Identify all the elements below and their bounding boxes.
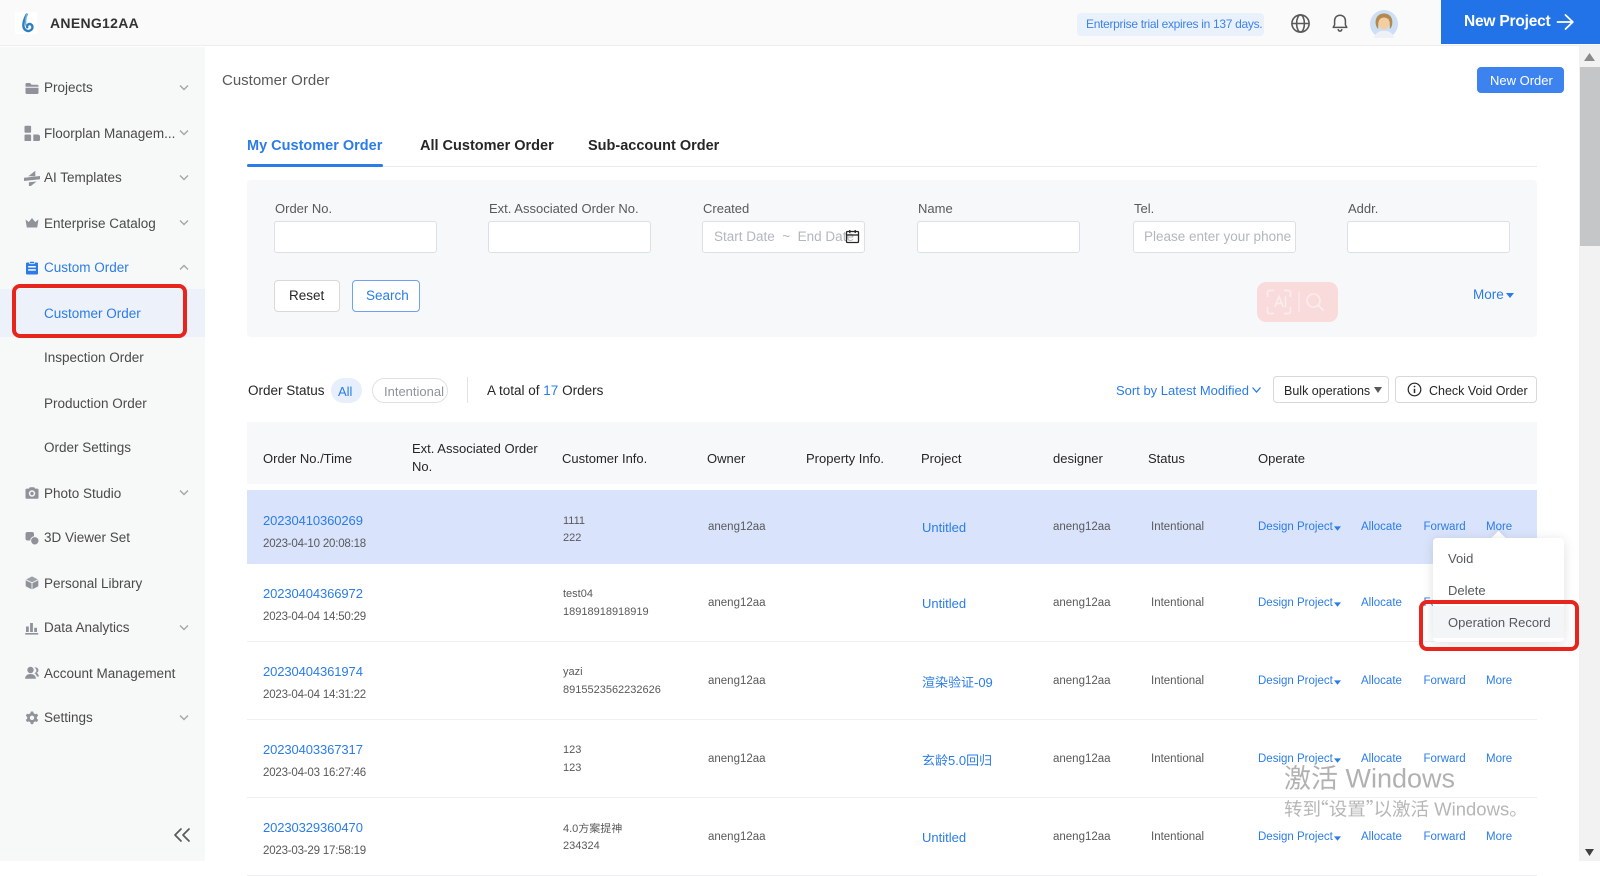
svg-text:Windows: Windows [1429, 799, 1509, 820]
svg-text:Windows: Windows [1338, 764, 1455, 794]
svg-text:4.0: 4.0 [563, 823, 578, 835]
svg-text:5.0: 5.0 [948, 753, 966, 768]
svg-text:-09: -09 [974, 675, 993, 690]
